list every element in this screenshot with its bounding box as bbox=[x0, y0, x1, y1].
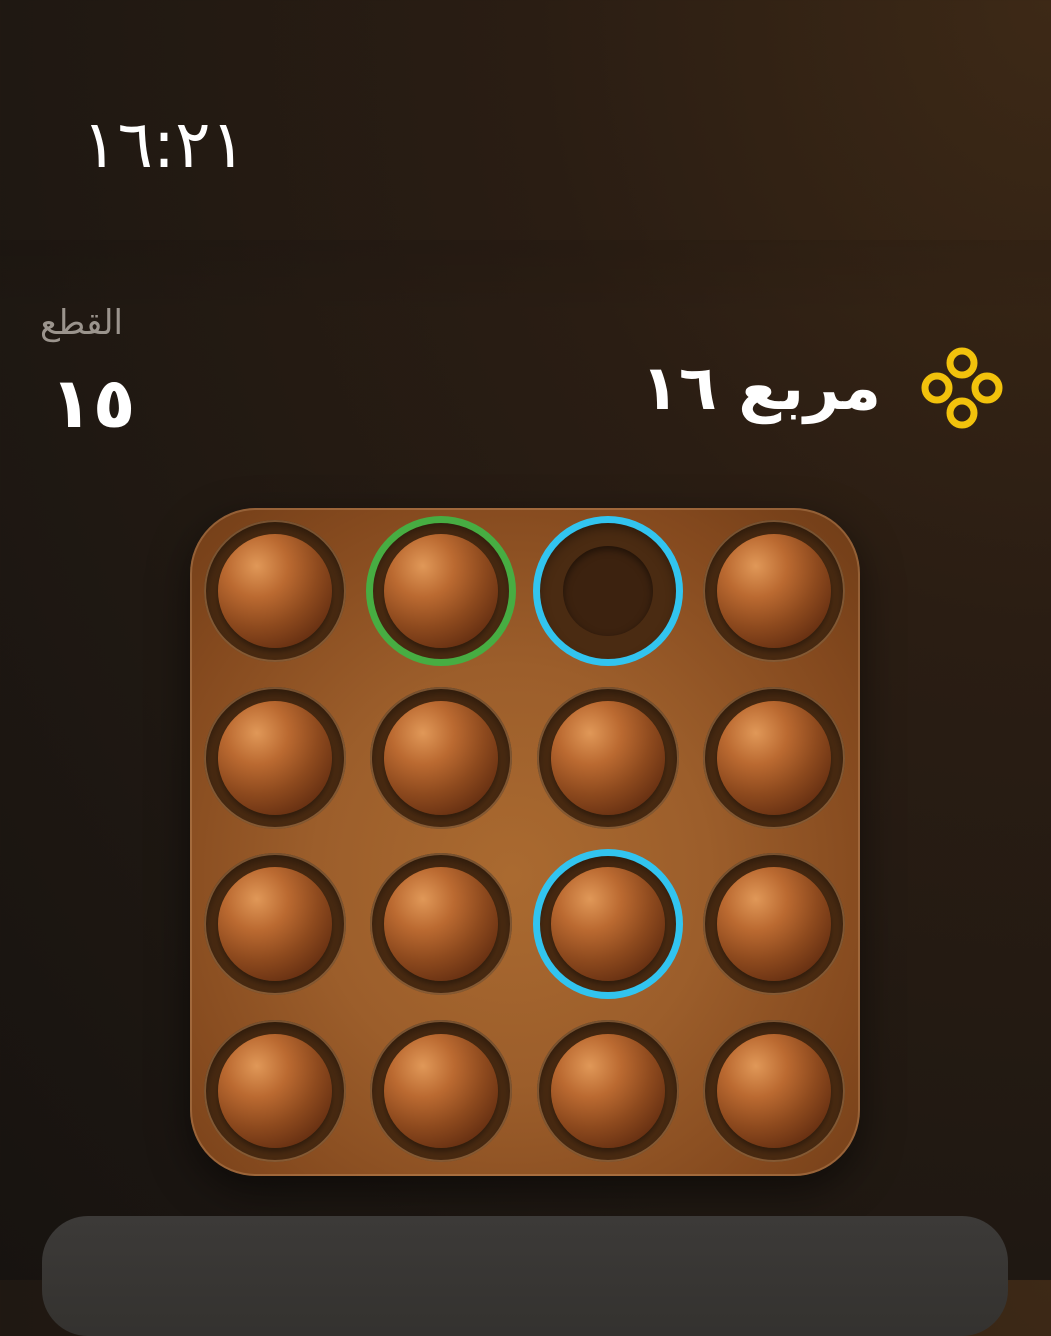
level-name: مربع ١٦ bbox=[641, 351, 881, 424]
peg[interactable] bbox=[384, 534, 498, 648]
peg[interactable] bbox=[717, 867, 831, 981]
board-hole[interactable] bbox=[533, 516, 683, 666]
pieces-label: القطع bbox=[40, 303, 123, 343]
board-hole[interactable] bbox=[204, 520, 346, 662]
game-board bbox=[190, 508, 860, 1176]
level-title: مربع ١٦ bbox=[641, 340, 1007, 436]
board-hole[interactable] bbox=[703, 853, 845, 995]
peg[interactable] bbox=[384, 867, 498, 981]
peg[interactable] bbox=[218, 1034, 332, 1148]
board-hole[interactable] bbox=[370, 853, 512, 995]
board-hole[interactable] bbox=[533, 849, 683, 999]
peg[interactable] bbox=[717, 1034, 831, 1148]
peg[interactable] bbox=[551, 701, 665, 815]
empty-hole[interactable] bbox=[563, 546, 653, 636]
peg[interactable] bbox=[218, 867, 332, 981]
board-hole[interactable] bbox=[703, 1020, 845, 1162]
peg[interactable] bbox=[551, 867, 665, 981]
board-hole[interactable] bbox=[370, 687, 512, 829]
message-panel bbox=[42, 1216, 1008, 1336]
board-hole[interactable] bbox=[370, 1020, 512, 1162]
board-hole[interactable] bbox=[204, 853, 346, 995]
board-hole[interactable] bbox=[204, 687, 346, 829]
pieces-count: ١٥ bbox=[50, 362, 136, 444]
status-clock: ١٦:٢١ bbox=[82, 106, 247, 183]
board-hole[interactable] bbox=[366, 516, 516, 666]
board-hole[interactable] bbox=[703, 687, 845, 829]
peg[interactable] bbox=[218, 534, 332, 648]
board-hole[interactable] bbox=[703, 520, 845, 662]
peg[interactable] bbox=[218, 701, 332, 815]
peg[interactable] bbox=[384, 701, 498, 815]
peg[interactable] bbox=[384, 1034, 498, 1148]
peg[interactable] bbox=[717, 534, 831, 648]
four-circles-icon bbox=[921, 347, 1003, 429]
board-hole[interactable] bbox=[204, 1020, 346, 1162]
board-hole[interactable] bbox=[537, 687, 679, 829]
peg[interactable] bbox=[551, 1034, 665, 1148]
board-hole[interactable] bbox=[537, 1020, 679, 1162]
header-band bbox=[0, 240, 1051, 320]
peg[interactable] bbox=[717, 701, 831, 815]
